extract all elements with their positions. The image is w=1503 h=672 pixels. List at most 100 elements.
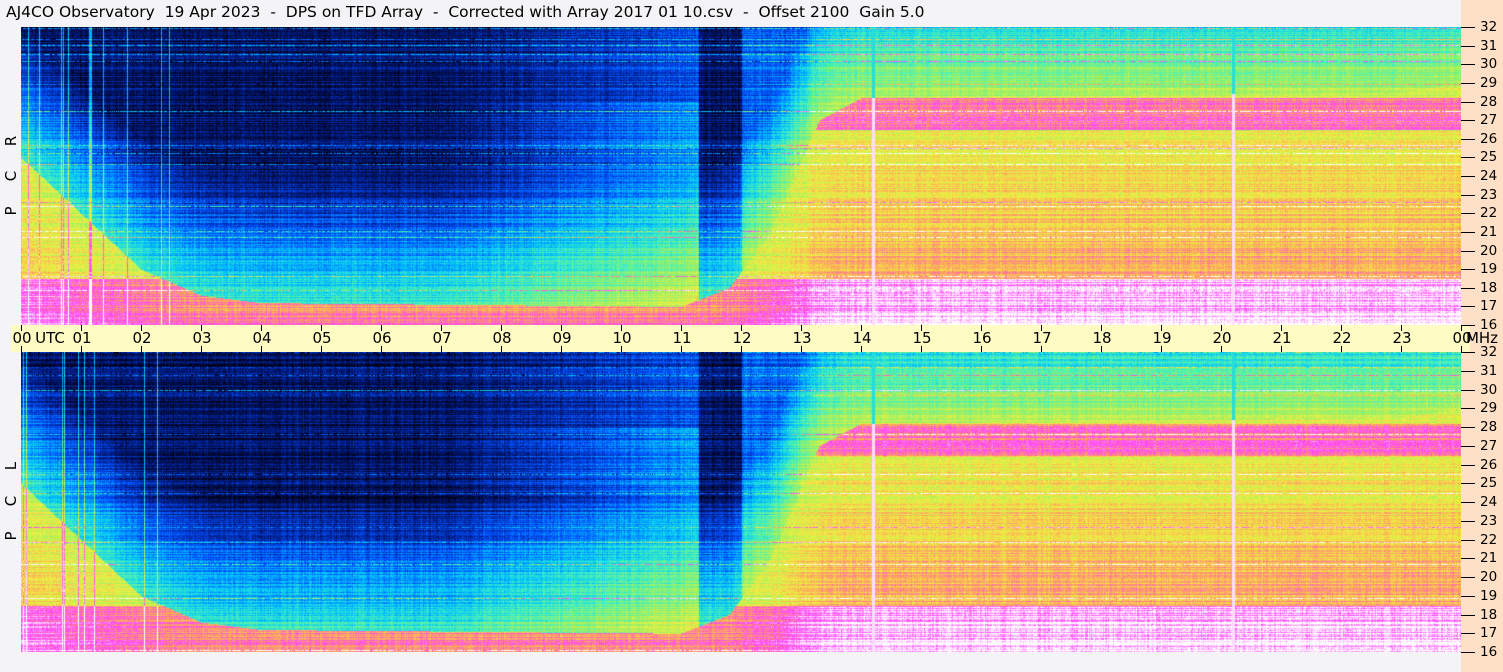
frequency-tick-label: 21 xyxy=(1480,223,1498,240)
frequency-tick xyxy=(1461,64,1475,66)
frequency-tick-label: 26 xyxy=(1480,456,1498,473)
panel-label-letter: C xyxy=(2,495,20,507)
frequency-tick-label: 23 xyxy=(1480,186,1498,203)
frequency-tick-label: 16 xyxy=(1480,644,1498,660)
frequency-tick-label: 22 xyxy=(1480,531,1498,548)
time-tick-label: 05 xyxy=(312,329,332,347)
frequency-tick xyxy=(1461,306,1475,308)
frequency-tick-label: 32 xyxy=(1480,344,1498,360)
time-tick-label: 20 xyxy=(1212,329,1232,347)
frequency-tick xyxy=(1461,176,1475,177)
frequency-tick xyxy=(1461,325,1475,326)
frequency-tick-label: 25 xyxy=(1480,149,1498,166)
spectrogram-rcp xyxy=(21,27,1461,325)
time-tick-label: 06 xyxy=(372,329,392,347)
time-tick-label: 10 xyxy=(612,329,632,347)
time-tick-label: 01 xyxy=(72,329,92,347)
time-tick-label: 12 xyxy=(732,329,752,347)
panel-label-letter: L xyxy=(2,461,20,471)
time-tick-label: 02 xyxy=(132,329,152,347)
frequency-tick xyxy=(1461,502,1475,503)
frequency-tick xyxy=(1461,445,1475,447)
chart-title: AJ4CO Observatory 19 Apr 2023 - DPS on T… xyxy=(6,3,925,21)
frequency-tick xyxy=(1461,520,1475,522)
frequency-tick xyxy=(1461,27,1475,28)
frequency-tick xyxy=(1461,138,1475,140)
frequency-tick xyxy=(1461,101,1475,103)
frequency-unit-label: MHz xyxy=(1465,329,1499,347)
frequency-tick-label: 31 xyxy=(1480,37,1498,54)
frequency-tick-label: 29 xyxy=(1480,74,1498,91)
frequency-tick-label: 22 xyxy=(1480,205,1498,222)
time-tick-label: 19 xyxy=(1152,329,1172,347)
frequency-tick-label: 25 xyxy=(1480,475,1498,492)
frequency-tick-label: 24 xyxy=(1480,494,1498,510)
time-tick-label: 22 xyxy=(1332,329,1352,347)
frequency-tick xyxy=(1461,194,1475,196)
frequency-tick-label: 27 xyxy=(1480,437,1498,454)
frequency-tick xyxy=(1461,370,1475,372)
time-tick-label: 09 xyxy=(552,329,572,347)
frequency-tick xyxy=(1461,558,1475,560)
frequency-tick-label: 17 xyxy=(1480,298,1498,315)
frequency-tick-label: 31 xyxy=(1480,362,1498,379)
time-tick-label: 23 xyxy=(1392,329,1412,347)
frequency-tick xyxy=(1461,652,1475,653)
frequency-tick-label: 17 xyxy=(1480,625,1498,642)
time-tick-label: 04 xyxy=(252,329,272,347)
frequency-tick xyxy=(1461,157,1475,159)
frequency-tick xyxy=(1461,427,1475,428)
frequency-tick-label: 30 xyxy=(1480,381,1498,398)
time-unit-label: UTC xyxy=(35,329,65,347)
frequency-tick-label: 20 xyxy=(1480,569,1498,585)
frequency-tick-label: 29 xyxy=(1480,400,1498,417)
time-tick-label: 14 xyxy=(852,329,872,347)
frequency-tick xyxy=(1461,82,1475,84)
frequency-tick-label: 30 xyxy=(1480,56,1498,73)
frequency-tick xyxy=(1461,577,1475,578)
frequency-tick xyxy=(1461,352,1475,353)
panel-label-letter: C xyxy=(2,170,20,182)
frequency-tick-label: 19 xyxy=(1480,587,1498,604)
frequency-tick xyxy=(1461,231,1475,233)
frequency-tick xyxy=(1461,287,1475,289)
time-tick-label: 17 xyxy=(1032,329,1052,347)
time-tick-label: 03 xyxy=(192,329,212,347)
frequency-tick-label: 24 xyxy=(1480,168,1498,184)
frequency-tick-label: 18 xyxy=(1480,606,1498,623)
frequency-tick xyxy=(1461,595,1475,597)
frequency-tick xyxy=(1461,269,1475,271)
spectrogram-lcp xyxy=(21,352,1461,652)
frequency-tick-label: 26 xyxy=(1480,130,1498,147)
frequency-tick xyxy=(1461,464,1475,466)
time-tick-label: 21 xyxy=(1272,329,1292,347)
frequency-tick xyxy=(1461,120,1475,122)
panel-label-letter: P xyxy=(2,206,20,216)
frequency-tick-label: 23 xyxy=(1480,512,1498,529)
time-tick-label: 08 xyxy=(492,329,512,347)
time-tick-label: 07 xyxy=(432,329,452,347)
frequency-tick xyxy=(1461,614,1475,616)
time-tick-label: 16 xyxy=(972,329,992,347)
time-tick-label: 13 xyxy=(792,329,812,347)
frequency-tick-label: 18 xyxy=(1480,279,1498,296)
time-tick-label: 18 xyxy=(1092,329,1112,347)
frequency-tick-label: 20 xyxy=(1480,242,1498,259)
panel-label-letter: P xyxy=(2,531,20,541)
panel-label-letter: R xyxy=(2,135,20,147)
frequency-tick xyxy=(1461,250,1475,252)
time-tick-label: 15 xyxy=(912,329,932,347)
frequency-tick xyxy=(1461,633,1475,635)
frequency-tick-label: 21 xyxy=(1480,550,1498,567)
frequency-tick-label: 32 xyxy=(1480,19,1498,35)
frequency-tick xyxy=(1461,213,1475,215)
time-tick-label: 11 xyxy=(672,329,692,347)
frequency-tick xyxy=(1461,483,1475,485)
frequency-tick-label: 28 xyxy=(1480,419,1498,435)
frequency-tick xyxy=(1461,389,1475,391)
frequency-tick xyxy=(1461,408,1475,410)
time-tick-label: 00 xyxy=(12,329,32,347)
frequency-tick-label: 27 xyxy=(1480,112,1498,129)
frequency-tick xyxy=(1461,539,1475,541)
frequency-tick-label: 28 xyxy=(1480,93,1498,110)
